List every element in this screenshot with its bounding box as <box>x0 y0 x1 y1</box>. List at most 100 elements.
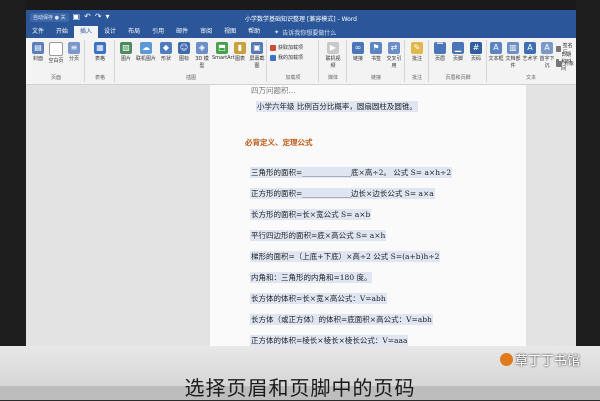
cover-page-button[interactable]: ▤ 封面 <box>30 42 46 62</box>
tell-me-search[interactable]: ✦ 告诉我你想要做什么 <box>266 28 336 37</box>
link-icon: ∞ <box>352 42 364 54</box>
cross-reference-button[interactable]: ⇄ 交叉引用 <box>386 42 402 69</box>
watermark-text: 草丁丁书馆 <box>515 354 581 369</box>
shapes-button[interactable]: ◆ 形状 <box>158 42 174 62</box>
wordart-button[interactable]: A 艺术字 <box>522 42 538 62</box>
get-addins-label: 获取加载项 <box>278 45 304 51</box>
bookmark-label: 书签 <box>370 56 381 62</box>
group-illustrations: ▨ 图片 ☁ 联机图片 ◆ 形状 ☺ 图标 ◈ 3D 模型 ⬒ SmartArt ▮ 图表 ▣… <box>116 40 267 82</box>
footer-button[interactable]: ▁ 页脚 <box>450 42 466 62</box>
comment-icon: ✎ <box>411 42 423 54</box>
group-illustrations-label: 插图 <box>185 75 196 81</box>
doc-title-line: 小学六年级 比例百分比概率，圆扇圆柱及圆锥。 <box>256 101 418 112</box>
watermark: 草丁丁书馆 <box>500 350 580 369</box>
link-button[interactable]: ∞ 链接 <box>350 42 366 62</box>
tab-home[interactable]: 开始 <box>50 26 74 38</box>
page-number-label: 页码 <box>470 56 481 62</box>
chart-icon: ▮ <box>234 42 246 54</box>
tab-help[interactable]: 帮助 <box>242 26 266 38</box>
tab-insert[interactable]: 插入 <box>74 26 99 38</box>
doc-line: 长方体（或正方体）的体积=底面积×高公式：V=abh <box>250 314 433 325</box>
tab-references[interactable]: 引用 <box>146 26 170 38</box>
doc-line: 平行四边形的面积=底×高公式 S= a×h <box>250 230 387 241</box>
online-pictures-icon: ☁ <box>140 42 152 54</box>
header-icon: ▔ <box>434 42 446 54</box>
monitor-bezel-left <box>0 0 26 400</box>
bookmark-button[interactable]: ⚑ 书签 <box>368 42 384 62</box>
page-number-button[interactable]: # 页码 <box>468 42 484 62</box>
icons-icon: ☺ <box>178 42 190 54</box>
table-icon: ▦ <box>94 42 106 54</box>
store-icon <box>270 44 276 51</box>
table-button[interactable]: ▦ 表格 <box>92 42 108 62</box>
group-tables-label: 表格 <box>94 75 105 81</box>
doc-line: 梯形的面积=（上底+下底）×高÷2 公式 S=(a+b)h÷2 <box>250 251 441 262</box>
3d-models-button[interactable]: ◈ 3D 模型 <box>194 42 210 69</box>
pictures-icon: ▨ <box>120 42 132 54</box>
object-button[interactable]: 对象 <box>556 60 574 67</box>
cube-icon: ◈ <box>196 42 208 54</box>
group-header-footer-label: 页眉和页脚 <box>445 75 471 81</box>
smartart-icon: ⬒ <box>216 42 228 54</box>
my-addins-button[interactable]: 我的加载项 <box>270 54 303 61</box>
text-box-button[interactable]: A 文本框 <box>488 42 504 62</box>
online-pictures-button[interactable]: ☁ 联机图片 <box>136 42 156 62</box>
online-video-button[interactable]: ▶ 联机视频 <box>324 42 342 69</box>
monitor-bezel-top <box>0 0 600 10</box>
blank-page-icon <box>49 42 63 56</box>
pictures-button[interactable]: ▨ 图片 <box>118 42 134 62</box>
doc-heading: 必背定义、定理公式 <box>245 138 313 147</box>
cross-reference-icon: ⇄ <box>388 42 400 54</box>
monitor-bezel-right <box>576 0 600 400</box>
shapes-label: 形状 <box>160 56 171 62</box>
doc-line: 内角和：三角形的内角和=180 度。 <box>250 272 373 283</box>
window-title: 小学数学基础知识整理 [兼容模式] - Word <box>245 16 357 23</box>
blank-page-label: 空白页 <box>48 58 64 64</box>
word-window: 自动保存 ● 关 ▣ ↶ ↷ ▾ 小学数学基础知识整理 [兼容模式] - Wor… <box>26 10 576 346</box>
video-caption: 选择页眉和页脚中的页码 <box>184 376 416 400</box>
watermark-logo-icon <box>500 353 513 366</box>
object-label: 对象 <box>564 61 575 67</box>
icons-button[interactable]: ☺ 图标 <box>176 42 192 62</box>
get-addins-button[interactable]: 获取加载项 <box>270 44 303 51</box>
tab-file[interactable]: 文件 <box>26 26 50 38</box>
screenshot-button[interactable]: ▣ 屏幕截图 <box>248 42 266 69</box>
group-header-footer: ▔ 页眉 ▁ 页脚 # 页码 页眉和页脚 <box>430 40 487 82</box>
drop-cap-button[interactable]: A 首字下沉 <box>539 42 555 69</box>
doc-line: 长方体的体积=长×宽×高公式：V=abh <box>250 293 387 304</box>
screenshot-icon: ▣ <box>251 42 263 54</box>
quick-parts-icon: ▥ <box>507 42 519 54</box>
cover-page-label: 封面 <box>32 56 43 62</box>
ribbon-insert: ▤ 封面 空白页 ≡ 分页 页面 ▦ 表格 表格 ▨ 图片 ☁ 联机图片 ◆ 形状 ☺ 图标 … <box>26 38 576 85</box>
page-number-icon: # <box>470 42 482 54</box>
smartart-button[interactable]: ⬒ SmartArt <box>212 42 235 61</box>
document-area[interactable]: 四万问题积… 小学六年级 比例百分比概率，圆扇圆柱及圆锥。 必背定义、定理公式 … <box>26 85 576 346</box>
group-text-label: 文本 <box>525 75 536 81</box>
group-comments-label: 批注 <box>411 75 422 81</box>
chart-button[interactable]: ▮ 图表 <box>232 42 248 62</box>
video-icon: ▶ <box>327 42 339 54</box>
header-button[interactable]: ▔ 页眉 <box>432 42 448 62</box>
text-box-label: 文本框 <box>488 56 504 62</box>
doc-line: 正方体的体积=棱长×棱长×棱长公式：V=aaa <box>250 335 409 346</box>
3d-models-label: 3D 模型 <box>195 56 209 69</box>
group-links-label: 链接 <box>370 75 381 81</box>
title-bar: 自动保存 ● 关 ▣ ↶ ↷ ▾ 小学数学基础知识整理 [兼容模式] - Wor… <box>26 10 576 26</box>
wordart-icon: A <box>524 42 536 54</box>
ribbon-tabs: 文件 开始 插入 设计 布局 引用 邮件 审阅 视图 帮助 ✦ 告诉我你想要做什… <box>26 26 576 38</box>
object-icon <box>556 60 562 67</box>
page-break-button[interactable]: ≡ 分页 <box>66 42 82 62</box>
tab-design[interactable]: 设计 <box>98 26 122 38</box>
blank-page-button[interactable]: 空白页 <box>48 42 64 64</box>
comment-button[interactable]: ✎ 批注 <box>409 42 425 62</box>
tab-view[interactable]: 视图 <box>218 26 242 38</box>
quick-parts-button[interactable]: ▥ 文档部件 <box>505 42 521 69</box>
document-page[interactable]: 四万问题积… 小学六年级 比例百分比概率，圆扇圆柱及圆锥。 必背定义、定理公式 … <box>210 85 526 346</box>
tab-review[interactable]: 审阅 <box>194 26 218 38</box>
drop-cap-icon: A <box>541 42 553 54</box>
tab-mailings[interactable]: 邮件 <box>170 26 194 38</box>
online-video-label: 联机视频 <box>325 56 341 69</box>
wordart-label: 艺术字 <box>522 56 538 62</box>
page-break-label: 分页 <box>68 56 79 62</box>
tab-layout[interactable]: 布局 <box>122 26 146 38</box>
